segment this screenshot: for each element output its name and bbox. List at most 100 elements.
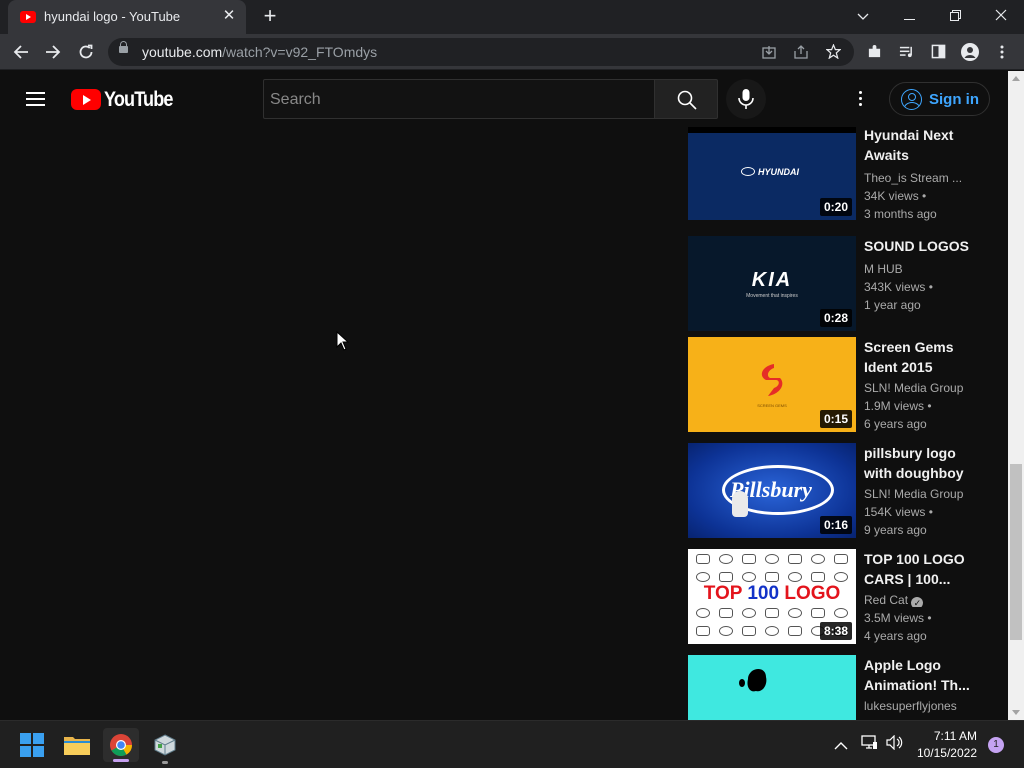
close-window-button[interactable] (978, 2, 1024, 32)
tab-close-icon[interactable]: ✕ (220, 7, 238, 25)
watch-page-content: HYUNDAI 0:20 Hyundai Next Awaits Theo_is… (0, 127, 1008, 720)
app-cube-icon[interactable] (147, 728, 183, 764)
car-brand-logo-icon (696, 626, 710, 636)
view-count: 154K views • (864, 505, 933, 519)
browser-tab[interactable]: hyundai logo - YouTube ✕ (8, 0, 246, 34)
side-panel-icon[interactable] (925, 39, 951, 65)
video-duration: 0:28 (819, 309, 852, 327)
car-brand-logo-icon (765, 572, 779, 582)
video-thumbnail[interactable]: SCREEN GEMS 0:15 (688, 337, 856, 432)
thumbnail-text: HYUNDAI (758, 167, 800, 177)
video-thumbnail[interactable] (688, 655, 856, 720)
car-brand-logo-icon (788, 572, 802, 582)
extensions-puzzle-icon[interactable] (861, 39, 887, 65)
video-thumbnail[interactable]: HYUNDAI 0:20 (688, 127, 856, 220)
recommended-video[interactable]: KIA Movement that inspires 0:28 SOUND LO… (688, 236, 988, 331)
scroll-up-arrow-icon[interactable] (1012, 76, 1020, 81)
recommended-video[interactable]: HYUNDAI 0:20 Hyundai Next Awaits Theo_is… (688, 127, 988, 221)
tab-title: hyundai logo - YouTube (44, 9, 181, 24)
tab-search-chevron-icon[interactable] (840, 2, 886, 32)
car-brand-logo-icon (719, 572, 733, 582)
search-input[interactable] (270, 88, 640, 112)
hyundai-logo-icon (741, 167, 755, 176)
apple-logo-icon (739, 669, 767, 692)
video-duration: 8:38 (819, 622, 852, 640)
video-title[interactable]: Apple Logo Animation! Th... (864, 655, 982, 695)
chrome-menu-icon[interactable] (989, 39, 1015, 65)
network-icon[interactable] (861, 735, 878, 755)
video-title[interactable]: SOUND LOGOS (864, 236, 982, 256)
channel-name[interactable]: SLN! Media Group (864, 487, 982, 501)
youtube-play-icon (71, 89, 101, 110)
channel-name[interactable]: M HUB (864, 262, 982, 276)
video-thumbnail[interactable]: TOP 100 LOGO 8:38 (688, 549, 856, 644)
video-title[interactable]: pillsbury logo with doughboy (864, 443, 982, 483)
reload-icon[interactable] (73, 39, 99, 65)
back-arrow-icon[interactable] (8, 39, 34, 65)
car-brand-logo-icon (696, 554, 710, 564)
url-text[interactable]: youtube.com/watch?v=v92_FTOmdys (142, 44, 377, 60)
view-count: 3.5M views • (864, 611, 932, 625)
recommended-video[interactable]: TOP 100 LOGO 8:38 TOP 100 LOGO CARS | 10… (688, 549, 988, 644)
sign-in-button[interactable]: Sign in (889, 82, 990, 116)
notification-badge[interactable]: 1 (988, 737, 1004, 753)
doughboy-icon (732, 491, 748, 517)
windows-taskbar: 7:11 AM 10/15/2022 1 (0, 720, 1024, 768)
car-brand-logo-icon (696, 608, 710, 618)
kia-logo-text: KIA (751, 269, 793, 291)
recommended-video[interactable]: Apple Logo Animation! Th... lukesuperfly… (688, 655, 988, 720)
car-brand-logo-icon (742, 626, 756, 636)
scroll-down-arrow-icon[interactable] (1012, 710, 1020, 715)
video-player-area[interactable] (0, 127, 670, 720)
more-options-icon[interactable] (848, 87, 872, 111)
sign-in-label: Sign in (929, 91, 979, 108)
channel-name[interactable]: SLN! Media Group (864, 381, 982, 395)
install-app-icon[interactable] (758, 41, 780, 63)
search-button[interactable] (654, 79, 718, 119)
show-hidden-icons-chevron-icon[interactable] (834, 737, 848, 755)
scrollbar-thumb[interactable] (1010, 464, 1022, 640)
video-thumbnail[interactable]: KIA Movement that inspires 0:28 (688, 236, 856, 331)
recommended-video[interactable]: SCREEN GEMS 0:15 Screen Gems Ident 2015 … (688, 337, 988, 432)
minimize-button[interactable] (886, 2, 932, 32)
address-bar[interactable]: youtube.com/watch?v=v92_FTOmdys (108, 38, 854, 66)
profile-icon[interactable] (957, 39, 983, 65)
forward-arrow-icon[interactable] (40, 39, 66, 65)
share-icon[interactable] (790, 41, 812, 63)
recommended-video[interactable]: Pillsbury 0:16 pillsbury logo with dough… (688, 443, 988, 538)
file-explorer-icon[interactable] (59, 728, 95, 762)
channel-name[interactable]: lukesuperflyjones (864, 699, 982, 713)
car-brand-logo-icon (742, 608, 756, 618)
media-control-icon[interactable] (893, 39, 919, 65)
car-brand-logo-icon (811, 608, 825, 618)
page-scrollbar[interactable] (1008, 71, 1024, 720)
menu-hamburger-icon[interactable] (26, 91, 46, 107)
account-circle-icon (901, 89, 922, 110)
new-tab-button[interactable]: + (258, 5, 282, 29)
video-thumbnail[interactable]: Pillsbury 0:16 (688, 443, 856, 538)
bookmark-star-icon[interactable] (822, 41, 844, 63)
upload-age: 6 years ago (864, 417, 927, 431)
volume-icon[interactable] (886, 734, 904, 755)
clock-time[interactable]: 7:11 AM (915, 729, 977, 743)
car-brand-logo-icon (834, 608, 848, 618)
restore-button[interactable] (932, 2, 978, 32)
chrome-taskbar-icon[interactable] (103, 728, 139, 762)
search-box[interactable] (263, 79, 655, 119)
upload-age: 1 year ago (864, 298, 921, 312)
video-title[interactable]: TOP 100 LOGO CARS | 100... (864, 549, 982, 589)
lock-icon[interactable] (119, 41, 128, 53)
channel-name[interactable]: Red Cat ✓ (864, 593, 982, 607)
windows-start-icon[interactable] (14, 728, 50, 762)
screen-gems-logo-icon (761, 364, 783, 396)
car-brand-logo-icon (765, 608, 779, 618)
channel-name[interactable]: Theo_is Stream ... (864, 171, 982, 185)
car-brand-logo-icon (834, 572, 848, 582)
car-brand-logo-icon (719, 608, 733, 618)
car-brand-logo-icon (788, 626, 802, 636)
video-title[interactable]: Hyundai Next Awaits (864, 127, 982, 165)
thumbnail-subtext: Movement that inspires (746, 293, 798, 299)
clock-date[interactable]: 10/15/2022 (911, 746, 977, 760)
voice-search-button[interactable] (726, 79, 766, 119)
video-title[interactable]: Screen Gems Ident 2015 (864, 337, 982, 377)
